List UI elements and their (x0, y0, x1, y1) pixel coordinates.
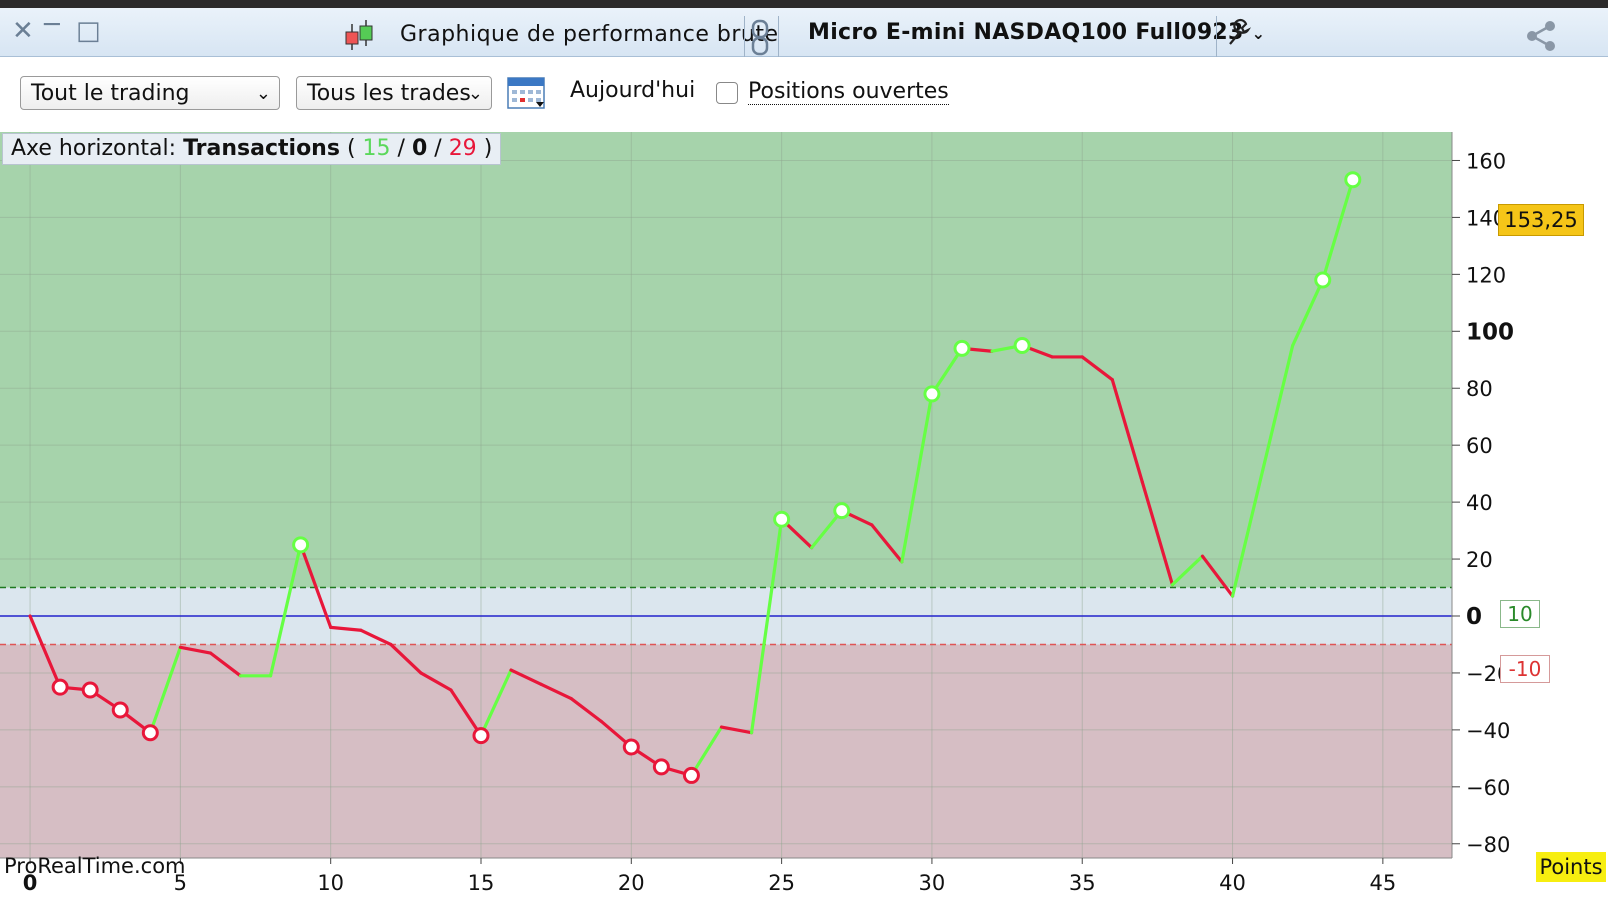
x-tick-label: 30 (919, 871, 946, 895)
trade-marker (923, 385, 941, 403)
loss-zone (0, 644, 1452, 858)
trade-marker (51, 678, 69, 696)
legend-paren: ( (346, 136, 356, 161)
trade-marker (622, 738, 640, 756)
legend-paren: ) (483, 136, 493, 161)
y-tick-label: 0 (1466, 604, 1482, 630)
y-tick-label: 100 (1466, 319, 1514, 345)
trade-marker (1013, 337, 1031, 355)
units-label: Points (1536, 852, 1606, 882)
trade-marker (833, 502, 851, 520)
trade-marker (111, 701, 129, 719)
trade-marker (682, 766, 700, 784)
legend-separator: / (434, 136, 442, 161)
x-tick-label: 45 (1369, 871, 1396, 895)
legend-mode[interactable]: Transactions (183, 136, 340, 161)
y-tick-label: 20 (1466, 548, 1493, 572)
legend-prefix: Axe horizontal: (11, 136, 177, 161)
profit-zone (0, 132, 1452, 588)
trade-marker (1314, 271, 1332, 289)
y-tick-label: 120 (1466, 263, 1506, 287)
x-tick-label: 40 (1219, 871, 1246, 895)
lower-threshold-label: -10 (1500, 655, 1550, 683)
trade-marker (141, 724, 159, 742)
x-tick-label: 25 (768, 871, 795, 895)
legend-wins-count: 15 (362, 136, 391, 161)
trade-marker (81, 681, 99, 699)
x-tick-label: 35 (1069, 871, 1096, 895)
legend-neutral-count: 0 (411, 136, 428, 161)
y-tick-label: 160 (1466, 149, 1506, 173)
trade-marker (1344, 171, 1362, 189)
legend-losses-count: 29 (448, 136, 477, 161)
y-tick-label: −40 (1466, 719, 1510, 743)
x-tick-label: 20 (618, 871, 645, 895)
x-tick-label: 15 (468, 871, 495, 895)
trade-marker (652, 758, 670, 776)
y-tick-label: −80 (1466, 833, 1510, 857)
upper-threshold-label: 10 (1500, 600, 1540, 628)
watermark: ProRealTime.com (4, 854, 186, 878)
trade-marker (292, 536, 310, 554)
trade-marker (953, 339, 971, 357)
y-tick-label: 60 (1466, 434, 1493, 458)
y-tick-label: 40 (1466, 491, 1493, 515)
last-value-tag: 153,25 (1498, 204, 1584, 236)
trade-marker (472, 727, 490, 745)
x-tick-label: 10 (317, 871, 344, 895)
legend-separator: / (397, 136, 405, 161)
y-tick-label: 80 (1466, 377, 1493, 401)
trade-marker (773, 510, 791, 528)
y-tick-label: −60 (1466, 776, 1510, 800)
axis-legend: Axe horizontal: Transactions ( 15 / 0 / … (2, 133, 502, 165)
